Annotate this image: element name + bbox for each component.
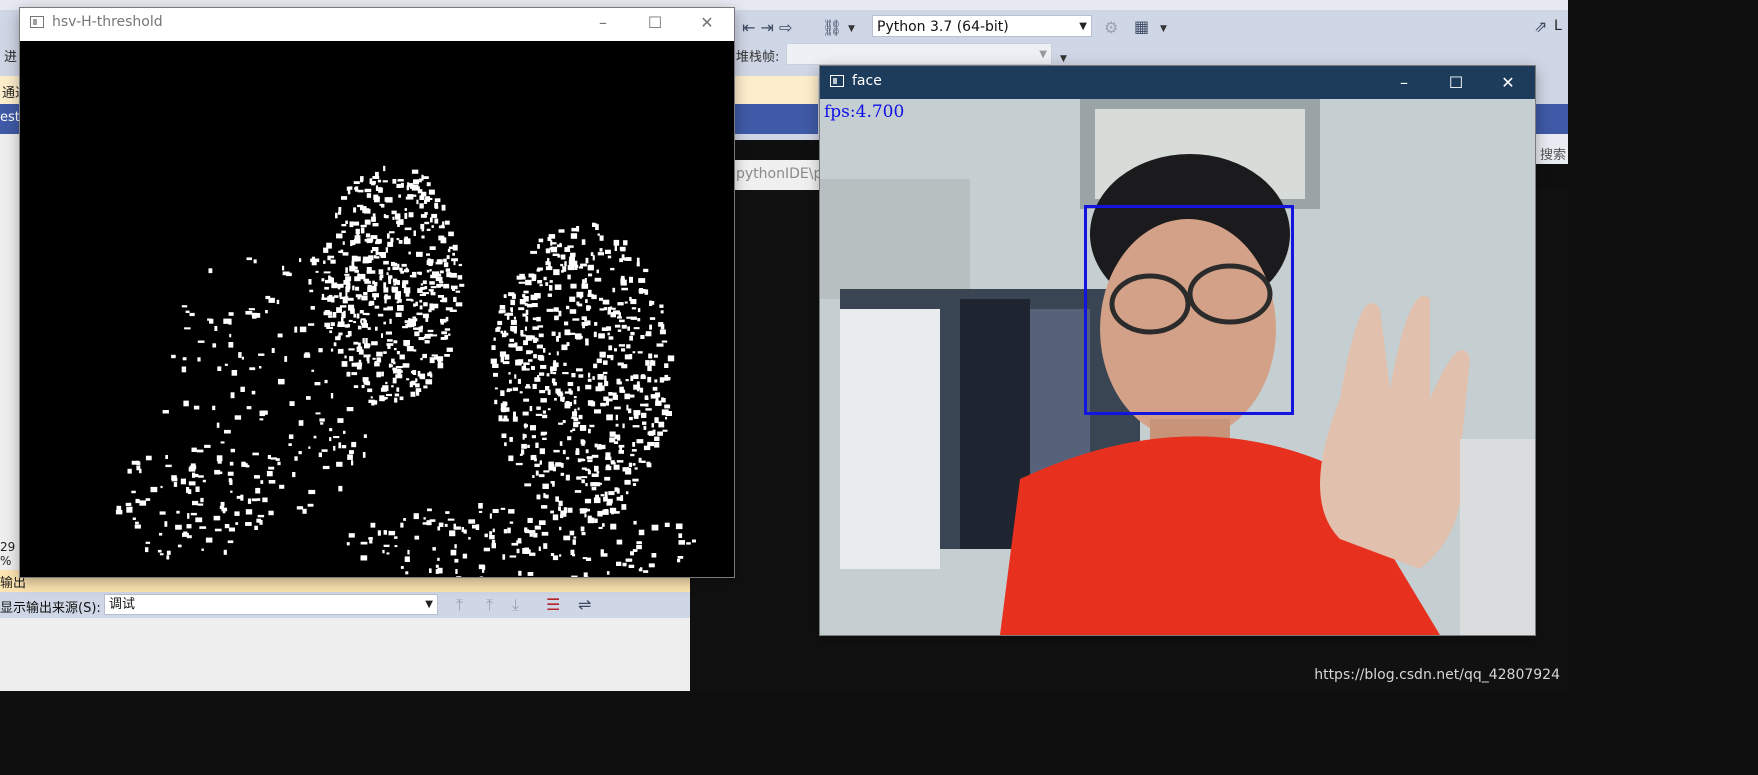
find-message-icon: ⤒ <box>456 595 464 614</box>
watermark-url: https://blog.csdn.net/qq_42807924 <box>1314 667 1560 683</box>
vs-path-bar: pythonIDE\py <box>734 160 831 190</box>
chevron-down-icon: ▼ <box>1039 49 1047 60</box>
window-icon <box>30 16 44 28</box>
disabled-tool-icon: ⚙ <box>1104 18 1119 37</box>
step-icons[interactable]: ⇤ ⇥ ⇨ <box>742 18 792 37</box>
chevron-down-icon: ▼ <box>1079 21 1087 32</box>
vs-toolbar-top: ⇤ ⇥ ⇨ ⛓ ▼ Python 3.7 (64-bit) ▼ ⚙ ▦ ▼ ⇗ … <box>734 12 1568 42</box>
hsv-window-title: hsv-H-threshold <box>52 14 163 30</box>
tab-label[interactable]: est <box>0 110 20 125</box>
hsv-threshold-window[interactable]: hsv-H-threshold – ☐ ✕ <box>20 8 734 577</box>
fps-readout: fps:4.700 <box>824 102 905 122</box>
vs-tabstrip-right <box>1536 104 1568 134</box>
output-source-value: 调试 <box>109 597 136 612</box>
output-source-label: 显示输出来源(S): <box>0 601 101 616</box>
output-toolbar: 显示输出来源(S): 调试 ▼ ⤒ ⤒ ⤓ ☰ ⇌ <box>0 592 690 618</box>
face-window-title: face <box>852 73 882 89</box>
output-source-dropdown[interactable]: 调试 ▼ <box>104 594 438 615</box>
maximize-icon[interactable]: ☐ <box>1431 68 1481 98</box>
close-icon[interactable]: ✕ <box>1483 68 1533 98</box>
word-wrap-icon[interactable]: ⇌ <box>578 595 591 614</box>
close-icon[interactable]: ✕ <box>682 8 732 38</box>
stackframe-dropdown[interactable]: ▼ <box>786 43 1052 65</box>
chevron-down-icon[interactable]: ▼ <box>1160 24 1167 34</box>
zoom-label: 29 % <box>0 540 16 568</box>
python-interpreter-value: Python 3.7 (64-bit) <box>877 19 1009 35</box>
window-icon <box>830 75 844 87</box>
chevron-down-icon: ▼ <box>425 599 433 610</box>
path-text: pythonIDE\py <box>736 166 831 182</box>
face-window[interactable]: face – ☐ ✕ fps:4.700 <box>820 66 1535 635</box>
chevron-down-icon[interactable]: ▼ <box>848 24 855 34</box>
clear-all-icon[interactable]: ☰ <box>546 595 560 614</box>
face-detection-box <box>1084 205 1294 415</box>
vs-left-panel: 29 % <box>0 134 20 604</box>
left-label: 进 <box>4 50 18 65</box>
attach-icon[interactable]: ⛓ <box>822 18 842 37</box>
vs-search-strip: 搜索 <box>1536 134 1568 164</box>
face-window-titlebar[interactable]: face – ☐ ✕ <box>820 66 1535 99</box>
stackframe-label: 堆栈帧: <box>736 50 780 65</box>
hsv-threshold-image <box>20 41 734 577</box>
hsv-window-titlebar[interactable]: hsv-H-threshold – ☐ ✕ <box>20 8 734 38</box>
output-panel-body <box>0 618 690 691</box>
share-icon[interactable]: ⇗ <box>1534 17 1547 36</box>
chevron-down-icon[interactable]: ▼ <box>1060 54 1067 64</box>
layout-icon[interactable]: ▦ <box>1134 17 1149 36</box>
minimize-icon[interactable]: – <box>578 8 628 38</box>
minimize-icon[interactable]: – <box>1379 68 1429 98</box>
search-label[interactable]: 搜索 <box>1540 144 1566 163</box>
liveshare-label[interactable]: L <box>1554 18 1562 34</box>
python-interpreter-dropdown[interactable]: Python 3.7 (64-bit) ▼ <box>872 15 1092 37</box>
prev-message-icon: ⤒ <box>486 595 494 614</box>
next-message-icon: ⤓ <box>512 595 520 614</box>
camera-frame: fps:4.700 <box>820 99 1535 635</box>
maximize-icon[interactable]: ☐ <box>630 8 680 38</box>
